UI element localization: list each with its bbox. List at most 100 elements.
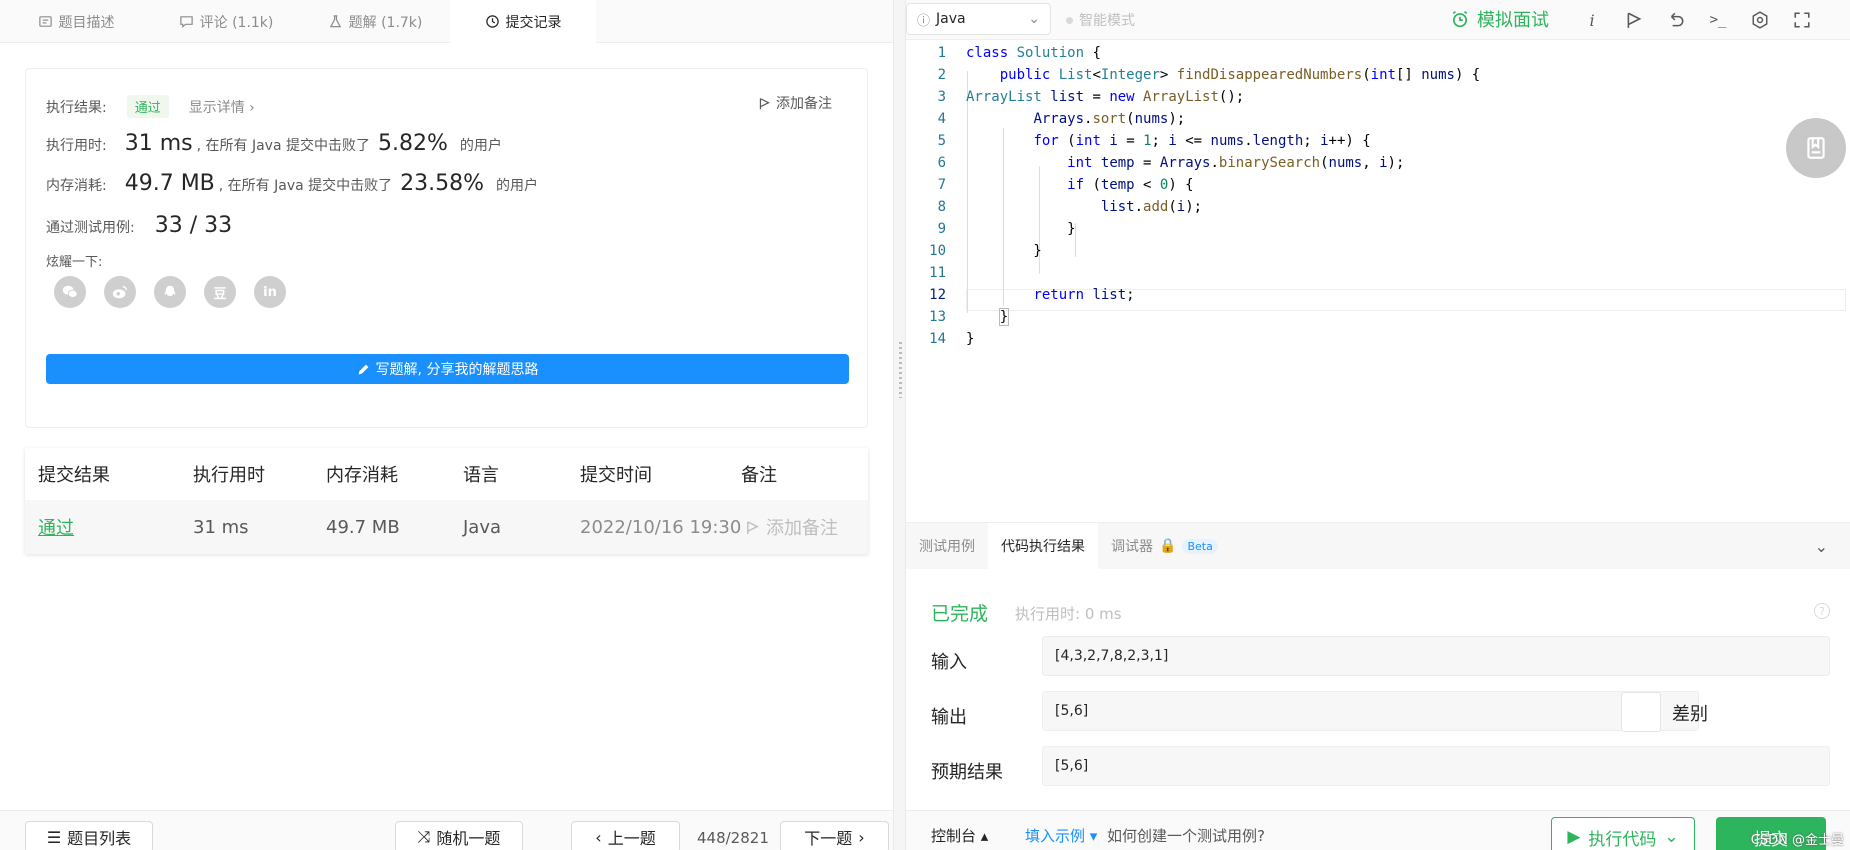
show-details-link[interactable]: 显示详情 › — [189, 97, 255, 117]
tab-description[interactable]: 题目描述 — [0, 0, 152, 43]
line-number: 7 — [937, 177, 946, 193]
output-label: 输出 — [931, 707, 967, 728]
random-problem-button[interactable]: ⤨ 随机一题 — [395, 821, 523, 850]
smart-mode-label: 智能模式 — [1079, 13, 1135, 29]
lock-icon: 🔒 — [1159, 538, 1177, 554]
code-line: } — [998, 308, 1010, 326]
line-number: 3 — [937, 89, 946, 105]
weibo-icon — [112, 285, 128, 299]
console-panel: 测试用例 代码执行结果 调试器 🔒 Beta ⌄ 已完成 执行用时: 0 ms … — [906, 522, 1850, 810]
code-line: list.add(i); — [1100, 199, 1203, 215]
console-tab-bar: 测试用例 代码执行结果 调试器 🔒 Beta — [906, 523, 1850, 569]
notes-float-button[interactable] — [1786, 118, 1846, 178]
comment-icon — [179, 16, 193, 28]
flag-icon — [759, 97, 770, 109]
panel-resize-handle[interactable] — [893, 0, 906, 850]
right-panel: ⓘ Java ⌄ 智能模式 模拟面试 i >_ 1 2 3 4 5 6 7 8 … — [906, 0, 1850, 850]
table-row[interactable]: 通过 31 ms 49.7 MB Java 2022/10/16 19:30 添… — [25, 500, 868, 554]
language-select[interactable]: ⓘ Java ⌄ — [906, 3, 1051, 35]
left-panel: 题目描述 评论 (1.1k) 题解 (1.7k) 提交记录 执行结果: 通过 显… — [0, 0, 893, 850]
prev-label: 上一题 — [607, 829, 656, 848]
expected-value-box: [5,6] — [1042, 746, 1830, 786]
csdn-watermark: CSDN @金士曼 — [1750, 833, 1844, 848]
next-problem-button[interactable]: 下一题 › — [780, 821, 889, 850]
code-line: } — [966, 243, 1042, 259]
code-line: class Solution { — [966, 45, 1101, 61]
code-editor[interactable]: 1 2 3 4 5 6 7 8 9 10 11 12 13 14 class Solution { pub… — [906, 40, 1850, 522]
fullscreen-icon[interactable] — [1791, 9, 1813, 31]
share-label: 炫耀一下: — [46, 255, 103, 270]
mock-interview-button[interactable]: 模拟面试 — [1451, 6, 1549, 32]
tests-value: 33 / 33 — [154, 213, 233, 238]
line-number: 13 — [929, 309, 946, 325]
problem-list-label: 题目列表 — [67, 829, 132, 848]
table-header: 提交结果 执行用时 内存消耗 语言 提交时间 备注 — [25, 448, 868, 500]
tab-solutions[interactable]: 题解 (1.7k) — [300, 0, 450, 43]
mock-interview-label: 模拟面试 — [1477, 10, 1549, 31]
douban-share-button[interactable]: 豆 — [204, 276, 236, 308]
header-runtime: 执行用时 — [193, 465, 265, 486]
submissions-table: 提交结果 执行用时 内存消耗 语言 提交时间 备注 通过 31 ms 49.7 … — [25, 448, 868, 554]
fill-example-button[interactable]: 填入示例 ▾ — [1025, 825, 1097, 846]
terminal-icon[interactable]: >_ — [1707, 9, 1729, 31]
notebook-icon — [1807, 137, 1825, 159]
header-result: 提交结果 — [38, 465, 110, 486]
tab-testcase[interactable]: 测试用例 — [906, 523, 988, 569]
wechat-share-button[interactable] — [54, 276, 86, 308]
row-result-link[interactable]: 通过 — [38, 500, 74, 554]
header-memory: 内存消耗 — [326, 465, 398, 486]
line-number: 14 — [929, 331, 946, 347]
write-solution-button[interactable]: 写题解, 分享我的解题思路 — [46, 354, 849, 384]
reset-icon[interactable] — [1665, 9, 1687, 31]
next-label: 下一题 — [804, 829, 853, 848]
line-number: 9 — [937, 221, 946, 237]
chevron-right-icon: › — [858, 827, 865, 847]
run-code-button[interactable]: ▶ 执行代码 ⌄ — [1551, 817, 1695, 850]
header-note: 备注 — [741, 465, 777, 486]
linkedin-share-button[interactable]: in — [254, 276, 286, 308]
line-number: 11 — [929, 265, 946, 281]
share-buttons: 豆 in — [54, 276, 286, 308]
write-solution-label: 写题解, 分享我的解题思路 — [375, 362, 539, 378]
prev-problem-button[interactable]: ‹ 上一题 — [571, 821, 680, 850]
weibo-share-button[interactable] — [104, 276, 136, 308]
runtime-label: 执行用时: — [46, 138, 107, 154]
row-add-note-label: 添加备注 — [766, 518, 838, 539]
smart-mode-toggle[interactable]: 智能模式 — [1066, 10, 1135, 30]
add-note-button[interactable]: 添加备注 — [758, 93, 832, 113]
flag-icon[interactable] — [1623, 9, 1645, 31]
help-icon[interactable]: ? — [1814, 603, 1830, 619]
line-number: 5 — [937, 133, 946, 149]
shuffle-icon: ⤨ — [417, 827, 431, 846]
alarm-clock-icon — [1452, 11, 1468, 28]
row-language: Java — [463, 516, 502, 538]
submission-result-card: 执行结果: 通过 显示详情 › 添加备注 执行用时: 31 ms , 在所有 J… — [25, 68, 868, 428]
input-value-box: [4,3,2,7,8,2,3,1] — [1042, 636, 1830, 676]
row-add-note-button[interactable]: 添加备注 — [745, 500, 838, 554]
tab-label: 题目描述 — [58, 14, 115, 31]
left-bottom-bar: ☰ 题目列表 ⤨ 随机一题 ‹ 上一题 448/2821 下一题 › — [0, 810, 893, 850]
info-icon[interactable]: i — [1581, 9, 1603, 31]
run-code-label: 执行代码 — [1588, 829, 1657, 850]
diff-toggle[interactable] — [1621, 692, 1661, 732]
how-to-create-testcase-link[interactable]: 如何创建一个测试用例? — [1107, 825, 1265, 846]
code-line: ArrayList list = new ArrayList(); — [966, 89, 1245, 105]
settings-icon[interactable] — [1749, 9, 1771, 31]
pencil-icon — [358, 364, 368, 374]
run-status: 已完成 — [931, 603, 989, 625]
console-toggle[interactable]: 控制台 ▴ — [931, 825, 988, 846]
qq-share-button[interactable] — [154, 276, 186, 308]
tab-comments[interactable]: 评论 (1.1k) — [152, 0, 300, 43]
collapse-chevron-icon[interactable]: ⌄ — [1815, 537, 1828, 556]
input-label: 输入 — [931, 652, 967, 673]
tab-run-result[interactable]: 代码执行结果 — [988, 523, 1098, 569]
tab-debugger[interactable]: 调试器 🔒 Beta — [1098, 523, 1231, 569]
problem-list-button[interactable]: ☰ 题目列表 — [25, 821, 153, 850]
random-label: 随机一题 — [436, 829, 501, 848]
clock-icon — [485, 15, 499, 28]
output-value-box: [5,6] — [1042, 691, 1699, 731]
header-submit-time: 提交时间 — [580, 465, 652, 486]
tab-submissions[interactable]: 提交记录 — [450, 0, 596, 43]
memory-line: 内存消耗: 49.7 MB , 在所有 Java 提交中击败了 23.58% 的… — [46, 171, 538, 196]
code-line: } — [966, 221, 1076, 237]
